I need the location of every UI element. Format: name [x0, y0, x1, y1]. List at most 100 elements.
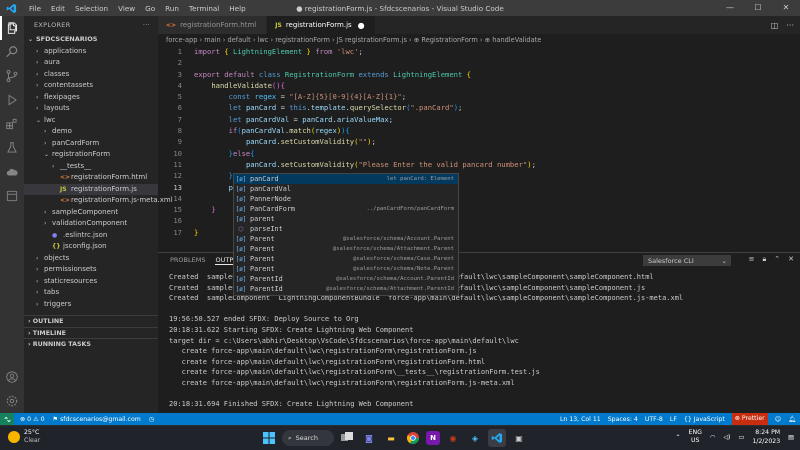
- tree-item[interactable]: › flexipages: [24, 92, 158, 104]
- tree-item[interactable]: › panCardForm: [24, 138, 158, 150]
- more-actions-icon[interactable]: ···: [143, 16, 150, 34]
- section-running-tasks[interactable]: › RUNNING TASKS: [24, 338, 158, 350]
- breadcrumb[interactable]: force-app › main › default › lwc › regis…: [158, 34, 800, 46]
- tree-item[interactable]: ⌄ registrationForm: [24, 149, 158, 161]
- tree-item[interactable]: › tabs: [24, 287, 158, 299]
- remote-icon[interactable]: [0, 413, 14, 425]
- suggestion-item[interactable]: [ø] panCardVal: [234, 184, 458, 194]
- menu-terminal[interactable]: Terminal: [184, 4, 224, 13]
- indentation[interactable]: Spaces: 4: [608, 416, 638, 423]
- menu-selection[interactable]: Selection: [70, 4, 113, 13]
- file-explorer-icon[interactable]: ▬: [382, 429, 400, 447]
- tree-item[interactable]: › demo: [24, 126, 158, 138]
- suggestion-item[interactable]: [ø] parent: [234, 214, 458, 224]
- tree-item[interactable]: › applications: [24, 46, 158, 58]
- encoding[interactable]: UTF-8: [645, 416, 663, 423]
- suggestion-item[interactable]: ⬡ parseInt: [234, 224, 458, 234]
- tree-item[interactable]: › __tests__: [24, 161, 158, 173]
- weather-widget[interactable]: 25°C Clear: [8, 429, 40, 445]
- testing-icon[interactable]: [0, 136, 24, 160]
- chevron-up-icon[interactable]: ⌃: [675, 434, 680, 441]
- tree-item[interactable]: JS registrationForm.js: [24, 183, 158, 195]
- battery-icon[interactable]: ▭: [738, 434, 744, 441]
- menu-edit[interactable]: Edit: [46, 4, 70, 13]
- notification-icon[interactable]: ▤: [788, 434, 794, 441]
- settings-gear-icon[interactable]: [0, 389, 24, 413]
- tree-item[interactable]: › contentassets: [24, 80, 158, 92]
- code-line[interactable]: 2: [158, 57, 800, 68]
- tree-item[interactable]: ● .eslintrc.json: [24, 230, 158, 242]
- more-actions-icon[interactable]: ···: [786, 21, 794, 30]
- cursor-position[interactable]: Ln 13, Col 11: [560, 416, 601, 423]
- minimize-icon[interactable]: —: [716, 0, 744, 16]
- onenote-icon[interactable]: N: [426, 431, 440, 445]
- menu-go[interactable]: Go: [140, 4, 160, 13]
- tab-registrationform-js[interactable]: JS registrationForm.js ●: [267, 16, 376, 34]
- suggestion-item[interactable]: [ø] Parent @salesforce/schema/Attachment.P…: [234, 244, 458, 254]
- close-icon[interactable]: ✕: [772, 0, 800, 16]
- task-view-icon[interactable]: [338, 429, 356, 447]
- tree-item[interactable]: › layouts: [24, 103, 158, 115]
- suggestion-item[interactable]: [ø] PannerNode: [234, 194, 458, 204]
- code-line[interactable]: 1 import { LightningElement } from 'lwc';: [158, 46, 800, 57]
- store-icon[interactable]: ◈: [466, 429, 484, 447]
- code-line[interactable]: 5 const regex = "[A-Z]{5}[0-9]{4}[A-Z]{1…: [158, 91, 800, 102]
- volume-icon[interactable]: ◁): [723, 434, 730, 441]
- chrome-icon[interactable]: [404, 429, 422, 447]
- vscode-taskbar-icon[interactable]: [488, 429, 506, 447]
- tree-item[interactable]: › triggers: [24, 299, 158, 311]
- code-line[interactable]: 9 panCard.setCustomValidity("");: [158, 136, 800, 147]
- wifi-icon[interactable]: ◠: [710, 434, 715, 441]
- code-line[interactable]: 11 panCard.setCustomValidity("Please Ent…: [158, 159, 800, 170]
- maximize-icon[interactable]: ☐: [744, 0, 772, 16]
- notifications-bell-icon[interactable]: 🔔︎: [788, 415, 796, 423]
- suggestion-item[interactable]: [ø] Parent @salesforce/schema/Note.Parent: [234, 264, 458, 274]
- maximize-panel-icon[interactable]: ⌃: [774, 255, 780, 264]
- search-icon[interactable]: [0, 40, 24, 64]
- project-root[interactable]: ⌄ SFDCSCENARIOS: [24, 34, 158, 46]
- lock-scroll-icon[interactable]: 🔒︎: [763, 255, 767, 264]
- suggestion-item[interactable]: [ø] Parent @salesforce/schema/Account.Pare…: [234, 234, 458, 244]
- tree-item[interactable]: › objects: [24, 253, 158, 265]
- org-status[interactable]: ⚑ sfdcscenarios@gmail.com: [53, 416, 141, 423]
- terminal-icon[interactable]: ▣: [510, 429, 528, 447]
- problems-status[interactable]: ⊗ 0 ⚠ 0: [20, 416, 45, 423]
- suggestion-item[interactable]: [ø] ParentId @salesforce/schema/Attachment…: [234, 284, 458, 294]
- code-line[interactable]: 7 let panCardVal = panCard.ariaValueMax;: [158, 114, 800, 125]
- source-control-icon[interactable]: [0, 64, 24, 88]
- tree-item[interactable]: {} jsconfig.json: [24, 241, 158, 253]
- extensions-icon[interactable]: [0, 112, 24, 136]
- section-outline[interactable]: › OUTLINE: [24, 315, 158, 327]
- app-icon[interactable]: ◉: [444, 429, 462, 447]
- tree-item[interactable]: <>registrationForm.html: [24, 172, 158, 184]
- clear-output-icon[interactable]: ≡: [749, 255, 755, 264]
- tree-item[interactable]: <>registrationForm.js-meta.xml: [24, 195, 173, 207]
- run-debug-icon[interactable]: [0, 88, 24, 112]
- explorer-icon[interactable]: [0, 16, 24, 40]
- line-ending[interactable]: LF: [670, 416, 677, 423]
- code-line[interactable]: 10 }else{: [158, 148, 800, 159]
- close-panel-icon[interactable]: ✕: [788, 255, 794, 264]
- menu-run[interactable]: Run: [160, 4, 184, 13]
- clock[interactable]: 8:24 PM 1/2/2023: [752, 428, 780, 446]
- tab-registrationform-html[interactable]: <> registrationForm.html: [158, 16, 268, 34]
- taskbar-search[interactable]: ⌕ Search: [282, 430, 334, 446]
- suggestion-item[interactable]: [ø] PanCardForm ../panCardForm/panCardForm: [234, 204, 458, 214]
- account-icon[interactable]: [0, 365, 24, 389]
- salesforce-cloud-icon[interactable]: [0, 160, 24, 184]
- tree-item[interactable]: › aura: [24, 57, 158, 69]
- section-timeline[interactable]: › TIMELINE: [24, 326, 158, 339]
- menu-view[interactable]: View: [113, 4, 140, 13]
- unsaved-dot-icon[interactable]: ●: [358, 21, 365, 30]
- output-channel-select[interactable]: Salesforce CLI ⌄: [643, 255, 731, 266]
- tree-item[interactable]: ⌄ lwc: [24, 115, 158, 127]
- org-browser-icon[interactable]: [0, 184, 24, 208]
- code-line[interactable]: 8 if(panCardVal.match(regex)){: [158, 125, 800, 136]
- tree-item[interactable]: › permissionsets: [24, 264, 158, 276]
- menu-file[interactable]: File: [24, 4, 46, 13]
- code-line[interactable]: 3 export default class RegistrationForm e…: [158, 69, 800, 80]
- tree-item[interactable]: › classes: [24, 69, 158, 81]
- clock-icon[interactable]: ◷: [149, 416, 154, 423]
- tree-item[interactable]: › sampleComponent: [24, 207, 158, 219]
- suggestion-item[interactable]: [ø] ParentId @salesforce/schema/Account.Pa…: [234, 274, 458, 284]
